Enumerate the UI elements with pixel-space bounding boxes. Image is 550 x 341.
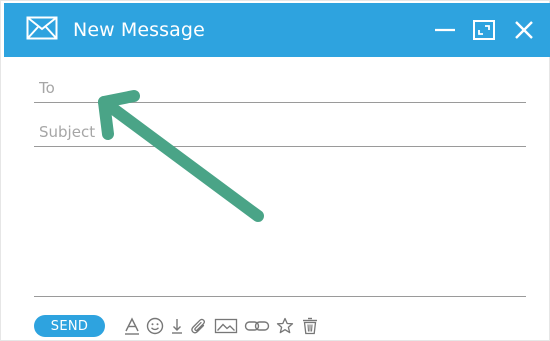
- download-icon[interactable]: [167, 316, 187, 336]
- emoji-icon[interactable]: [145, 316, 165, 336]
- link-icon[interactable]: [244, 316, 270, 336]
- envelope-icon: [26, 16, 58, 40]
- maximize-icon[interactable]: [471, 17, 497, 43]
- trash-icon[interactable]: [300, 316, 320, 336]
- close-icon[interactable]: [511, 17, 537, 43]
- star-icon[interactable]: [275, 316, 295, 336]
- compose-title: New Message: [73, 19, 205, 41]
- body-divider: [34, 296, 526, 297]
- send-button[interactable]: SEND: [34, 315, 105, 337]
- compose-titlebar: New Message: [4, 3, 550, 57]
- subject-input[interactable]: [34, 120, 526, 144]
- message-body[interactable]: [34, 149, 530, 299]
- subject-field-row: [34, 105, 526, 147]
- attachment-icon[interactable]: [189, 316, 209, 336]
- to-input[interactable]: [34, 76, 526, 100]
- minimize-icon[interactable]: [432, 17, 458, 43]
- compose-toolbar: SEND: [34, 314, 526, 338]
- compose-window: New Message SEND: [0, 0, 550, 341]
- image-icon[interactable]: [214, 316, 238, 336]
- font-icon[interactable]: [122, 316, 142, 336]
- to-field-row: [34, 61, 526, 103]
